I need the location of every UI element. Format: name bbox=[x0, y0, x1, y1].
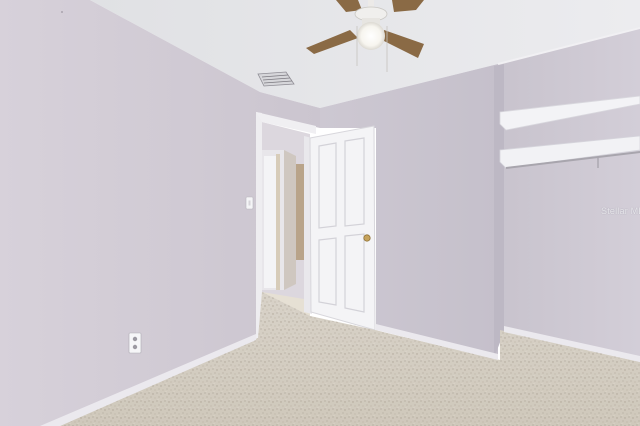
closet-side-wall bbox=[494, 64, 504, 358]
room-photo: Stellar MLS bbox=[0, 0, 640, 426]
hallway-back-door bbox=[296, 164, 304, 260]
power-outlet-icon bbox=[128, 332, 142, 354]
hallway-frame bbox=[276, 154, 280, 290]
outlet-socket-bottom bbox=[132, 344, 138, 350]
room-illustration bbox=[0, 0, 640, 426]
hallway-far-door bbox=[264, 156, 276, 288]
closet-back-wall bbox=[498, 28, 640, 362]
outlet-socket-top bbox=[132, 336, 138, 342]
fan-light-bulb bbox=[357, 22, 385, 50]
light-switch-toggle bbox=[248, 200, 251, 206]
watermark: Stellar MLS bbox=[601, 206, 640, 216]
door-knob-icon bbox=[363, 234, 371, 242]
wall-nail-hole bbox=[61, 11, 63, 13]
hallway-side-wall bbox=[284, 150, 296, 290]
